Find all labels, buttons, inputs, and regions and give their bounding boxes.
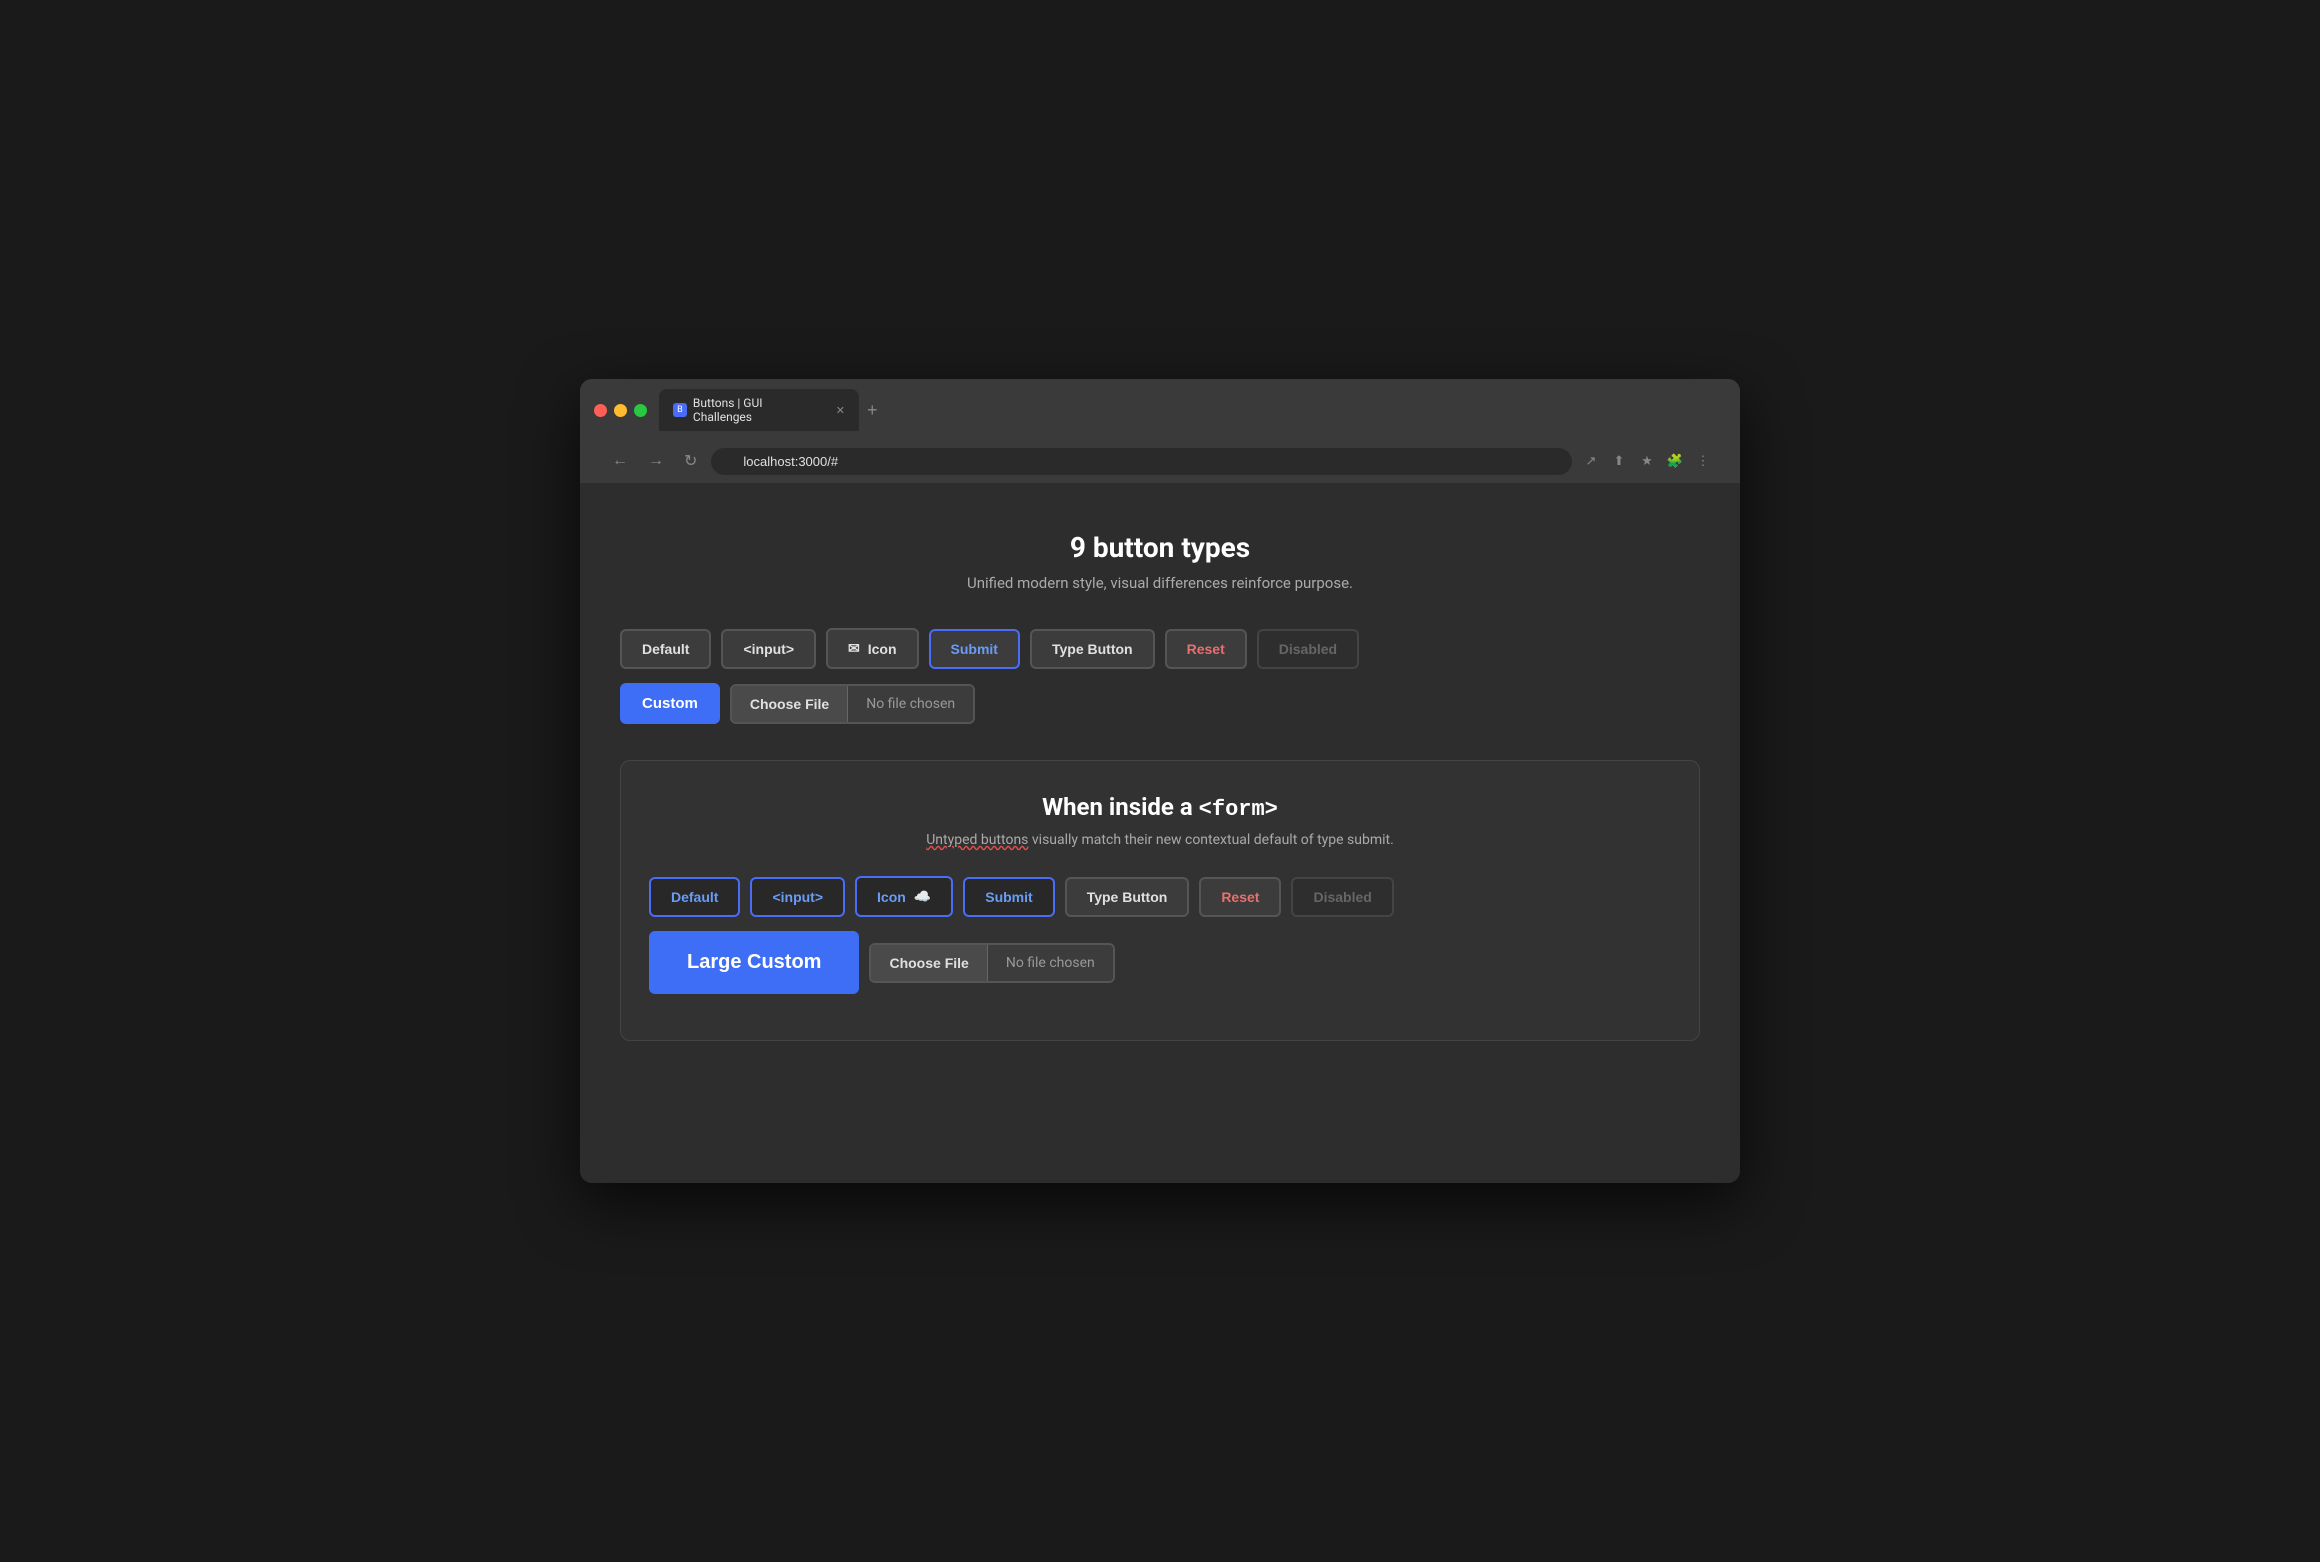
form-disabled-button: Disabled xyxy=(1291,877,1393,917)
form-submit-button[interactable]: Submit xyxy=(963,877,1054,917)
reload-button[interactable]: ↻ xyxy=(678,447,703,475)
form-default-button[interactable]: Default xyxy=(649,877,740,917)
choose-file-button[interactable]: Choose File xyxy=(732,686,848,722)
share-icon[interactable]: ⬆ xyxy=(1608,450,1630,472)
envelope-icon: ✉ xyxy=(848,640,860,657)
more-icon[interactable]: ⋮ xyxy=(1692,450,1714,472)
tab-close-button[interactable]: ✕ xyxy=(836,404,845,417)
page-title: 9 button types xyxy=(620,531,1700,564)
input-button[interactable]: <input> xyxy=(721,629,816,669)
traffic-lights xyxy=(594,404,647,417)
extensions-icon[interactable]: 🧩 xyxy=(1664,450,1686,472)
form-choose-file-button[interactable]: Choose File xyxy=(871,945,987,981)
browser-tab[interactable]: B Buttons | GUI Challenges ✕ xyxy=(659,389,859,431)
custom-button[interactable]: Custom xyxy=(620,683,720,724)
type-button-button[interactable]: Type Button xyxy=(1030,629,1155,669)
traffic-light-minimize[interactable] xyxy=(614,404,627,417)
back-button[interactable]: ← xyxy=(606,448,634,474)
cloud-icon: ☁️ xyxy=(914,888,931,905)
traffic-light-fullscreen[interactable] xyxy=(634,404,647,417)
new-tab-button[interactable]: + xyxy=(859,396,886,425)
external-link-icon[interactable]: ↗ xyxy=(1580,450,1602,472)
submit-button[interactable]: Submit xyxy=(929,629,1020,669)
form-section-title: When inside a <form> xyxy=(649,793,1671,822)
form-button-row2: Large Custom Choose File No file chosen xyxy=(649,931,1671,994)
file-no-chosen-label: No file chosen xyxy=(848,686,973,722)
page-content: 9 button types Unified modern style, vis… xyxy=(580,483,1740,1183)
address-bar[interactable] xyxy=(711,448,1572,475)
form-icon-button[interactable]: Icon ☁️ xyxy=(855,876,953,917)
tab-favicon-icon: B xyxy=(673,403,687,417)
chrome-titlebar: B Buttons | GUI Challenges ✕ + xyxy=(594,389,1726,431)
form-reset-button[interactable]: Reset xyxy=(1199,877,1281,917)
tab-title: Buttons | GUI Challenges xyxy=(693,396,824,424)
section1-button-row2: Custom Choose File No file chosen xyxy=(620,683,1700,724)
default-button[interactable]: Default xyxy=(620,629,711,669)
page-subtitle: Unified modern style, visual differences… xyxy=(620,574,1700,592)
address-bar-wrap: 🔒 xyxy=(711,448,1572,475)
icon-button[interactable]: ✉ Icon xyxy=(826,628,919,669)
chrome-toolbar: ← → ↻ 🔒 ↗ ⬆ ★ 🧩 ⋮ xyxy=(594,439,1726,483)
bookmark-icon[interactable]: ★ xyxy=(1636,450,1658,472)
form-file-no-chosen-label: No file chosen xyxy=(988,945,1113,981)
form-input-button[interactable]: <input> xyxy=(750,877,845,917)
chrome-bar: B Buttons | GUI Challenges ✕ + ← → ↻ 🔒 ↗… xyxy=(580,379,1740,483)
form-type-button-button[interactable]: Type Button xyxy=(1065,877,1190,917)
reset-button[interactable]: Reset xyxy=(1165,629,1247,669)
form-section: When inside a <form> Untyped buttons vis… xyxy=(620,760,1700,1041)
tab-bar: B Buttons | GUI Challenges ✕ + xyxy=(659,389,1726,431)
form-file-input-wrapper: Choose File No file chosen xyxy=(869,943,1114,983)
section1-button-row1: Default <input> ✉ Icon Submit Type Butto… xyxy=(620,628,1700,669)
forward-button[interactable]: → xyxy=(642,448,670,474)
browser-window: B Buttons | GUI Challenges ✕ + ← → ↻ 🔒 ↗… xyxy=(580,379,1740,1183)
form-section-subtitle: Untyped buttons visually match their new… xyxy=(649,832,1671,848)
large-custom-button[interactable]: Large Custom xyxy=(649,931,859,994)
file-input-wrapper: Choose File No file chosen xyxy=(730,684,975,724)
disabled-button: Disabled xyxy=(1257,629,1359,669)
traffic-light-close[interactable] xyxy=(594,404,607,417)
form-button-row1: Default <input> Icon ☁️ Submit Type Butt… xyxy=(649,876,1671,917)
toolbar-icons: ↗ ⬆ ★ 🧩 ⋮ xyxy=(1580,450,1714,472)
